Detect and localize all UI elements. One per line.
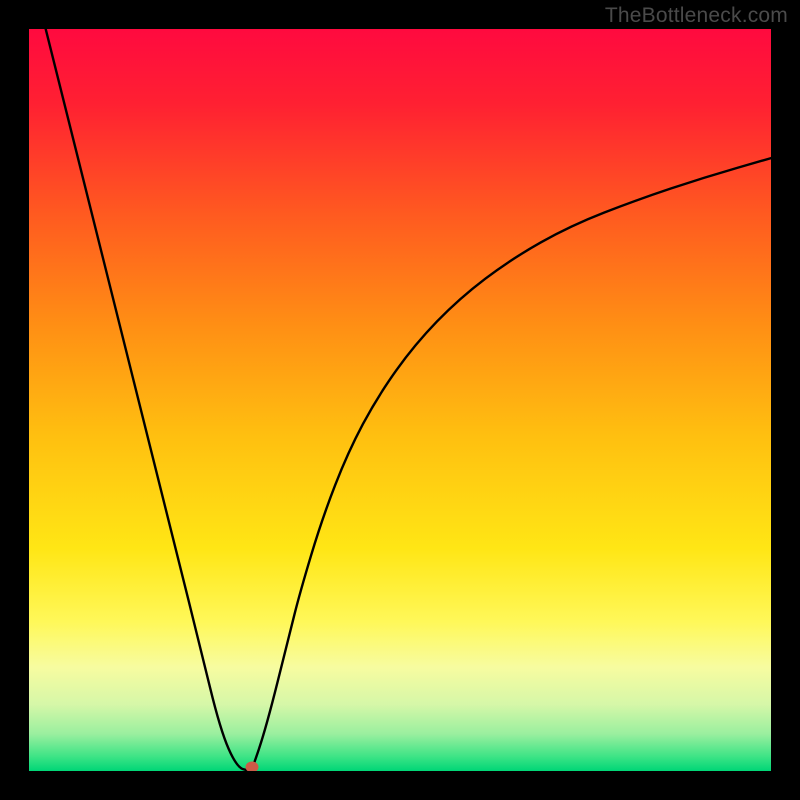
chart-frame: TheBottleneck.com	[0, 0, 800, 800]
curve-line	[29, 29, 771, 771]
minimum-marker	[245, 762, 258, 772]
watermark-text: TheBottleneck.com	[605, 4, 788, 28]
plot-area	[29, 29, 771, 771]
curve-svg	[29, 29, 771, 771]
